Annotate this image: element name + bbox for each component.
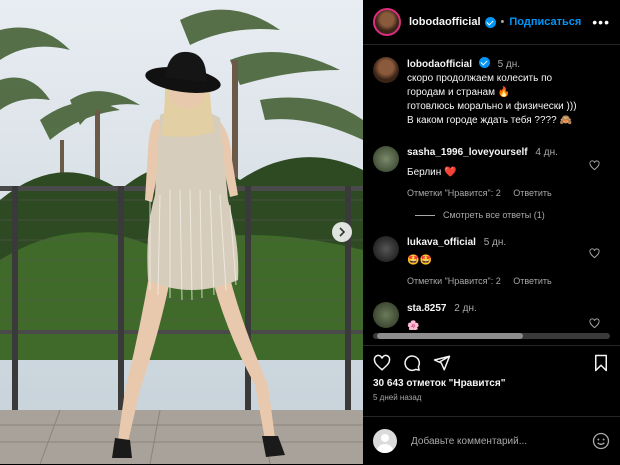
more-icon[interactable]: ••• — [592, 14, 610, 30]
comment-time: 4 дн. — [535, 147, 558, 158]
separator-dot: • — [500, 16, 505, 28]
photo-illustration — [0, 0, 363, 464]
caption: lobodaofficial 5 дн. скоро продолжаем ко… — [373, 57, 610, 128]
chevron-right-icon — [339, 227, 346, 237]
comment-username[interactable]: sta.8257 — [407, 303, 446, 314]
caption-username[interactable]: lobodaofficial — [407, 59, 472, 70]
caption-line: готовлюсь морально и физически ))) — [407, 101, 577, 112]
divider — [415, 214, 435, 216]
action-bar — [363, 346, 620, 376]
reply-button[interactable]: Ответить — [513, 276, 551, 286]
comment-likes[interactable]: Отметки "Нравится": 2 — [407, 188, 501, 198]
bookmark-icon[interactable] — [592, 354, 610, 372]
comments-list[interactable]: lobodaofficial 5 дн. скоро продолжаем ко… — [363, 45, 620, 330]
heart-icon[interactable] — [589, 248, 600, 259]
avatar[interactable] — [373, 146, 399, 172]
avatar[interactable] — [373, 302, 399, 328]
heart-icon[interactable] — [589, 160, 600, 171]
verified-icon — [484, 16, 496, 28]
avatar[interactable] — [373, 236, 399, 262]
avatar — [373, 429, 397, 453]
instagram-post-window: lobodaofficial • Подписаться ••• lobodao… — [0, 0, 620, 464]
post-date[interactable]: 5 дней назад — [363, 389, 620, 402]
post-details-panel: lobodaofficial • Подписаться ••• lobodao… — [363, 0, 620, 464]
add-comment-bar — [363, 416, 620, 465]
caption-line: В каком городе ждать тебя ???? 🙈 — [407, 115, 572, 126]
list-item: sasha_1996_loveyourself 4 дн. Берлин ❤️ … — [373, 146, 610, 200]
horizontal-scrollbar[interactable] — [373, 333, 610, 339]
scrollbar-thumb[interactable] — [377, 333, 523, 339]
likes-count[interactable]: 30 643 отметок "Нравится" — [363, 376, 620, 389]
heart-icon[interactable] — [373, 354, 391, 372]
comment-username[interactable]: sasha_1996_loveyourself — [407, 147, 528, 158]
comment-username[interactable]: lukava_official — [407, 237, 476, 248]
comment-meta: Отметки "Нравится": 2 Ответить — [407, 274, 610, 288]
avatar[interactable] — [373, 57, 399, 83]
comment-text: Берлин ❤️ — [407, 167, 457, 178]
follow-button[interactable]: Подписаться — [509, 16, 581, 28]
share-icon[interactable] — [433, 354, 451, 372]
view-replies-button[interactable]: Смотреть все ответы (1) — [415, 210, 610, 220]
view-replies-label: Смотреть все ответы (1) — [443, 210, 545, 220]
list-item: lukava_official 5 дн. 🤩🤩 Отметки "Нравит… — [373, 236, 610, 288]
next-photo-button[interactable] — [332, 222, 352, 242]
comment-text: 🌸 — [407, 321, 420, 330]
emoji-icon[interactable] — [592, 432, 610, 450]
list-item: sta.8257 2 дн. 🌸 — [373, 302, 610, 330]
comment-time: 2 дн. — [454, 303, 477, 314]
heart-icon[interactable] — [589, 318, 600, 329]
comment-time: 5 дн. — [483, 237, 507, 248]
caption-time: 5 дн. — [497, 59, 521, 70]
avatar[interactable] — [373, 8, 401, 36]
post-actions-section: 30 643 отметок "Нравится" 5 дней назад — [363, 345, 620, 402]
comment-icon[interactable] — [403, 354, 421, 372]
caption-line: городам и странам 🔥 — [407, 87, 511, 98]
comment-text: 🤩🤩 — [407, 255, 432, 266]
verified-icon — [478, 57, 490, 68]
header-username[interactable]: lobodaofficial — [409, 16, 481, 28]
comment-input[interactable] — [409, 434, 592, 448]
post-header: lobodaofficial • Подписаться ••• — [363, 0, 620, 45]
reply-button[interactable]: Ответить — [513, 188, 551, 198]
caption-line: скоро продолжаем колесить по — [407, 73, 553, 84]
comment-likes[interactable]: Отметки "Нравится": 2 — [407, 276, 501, 286]
post-photo[interactable] — [0, 0, 363, 464]
comment-meta: Отметки "Нравится": 2 Ответить — [407, 186, 610, 200]
